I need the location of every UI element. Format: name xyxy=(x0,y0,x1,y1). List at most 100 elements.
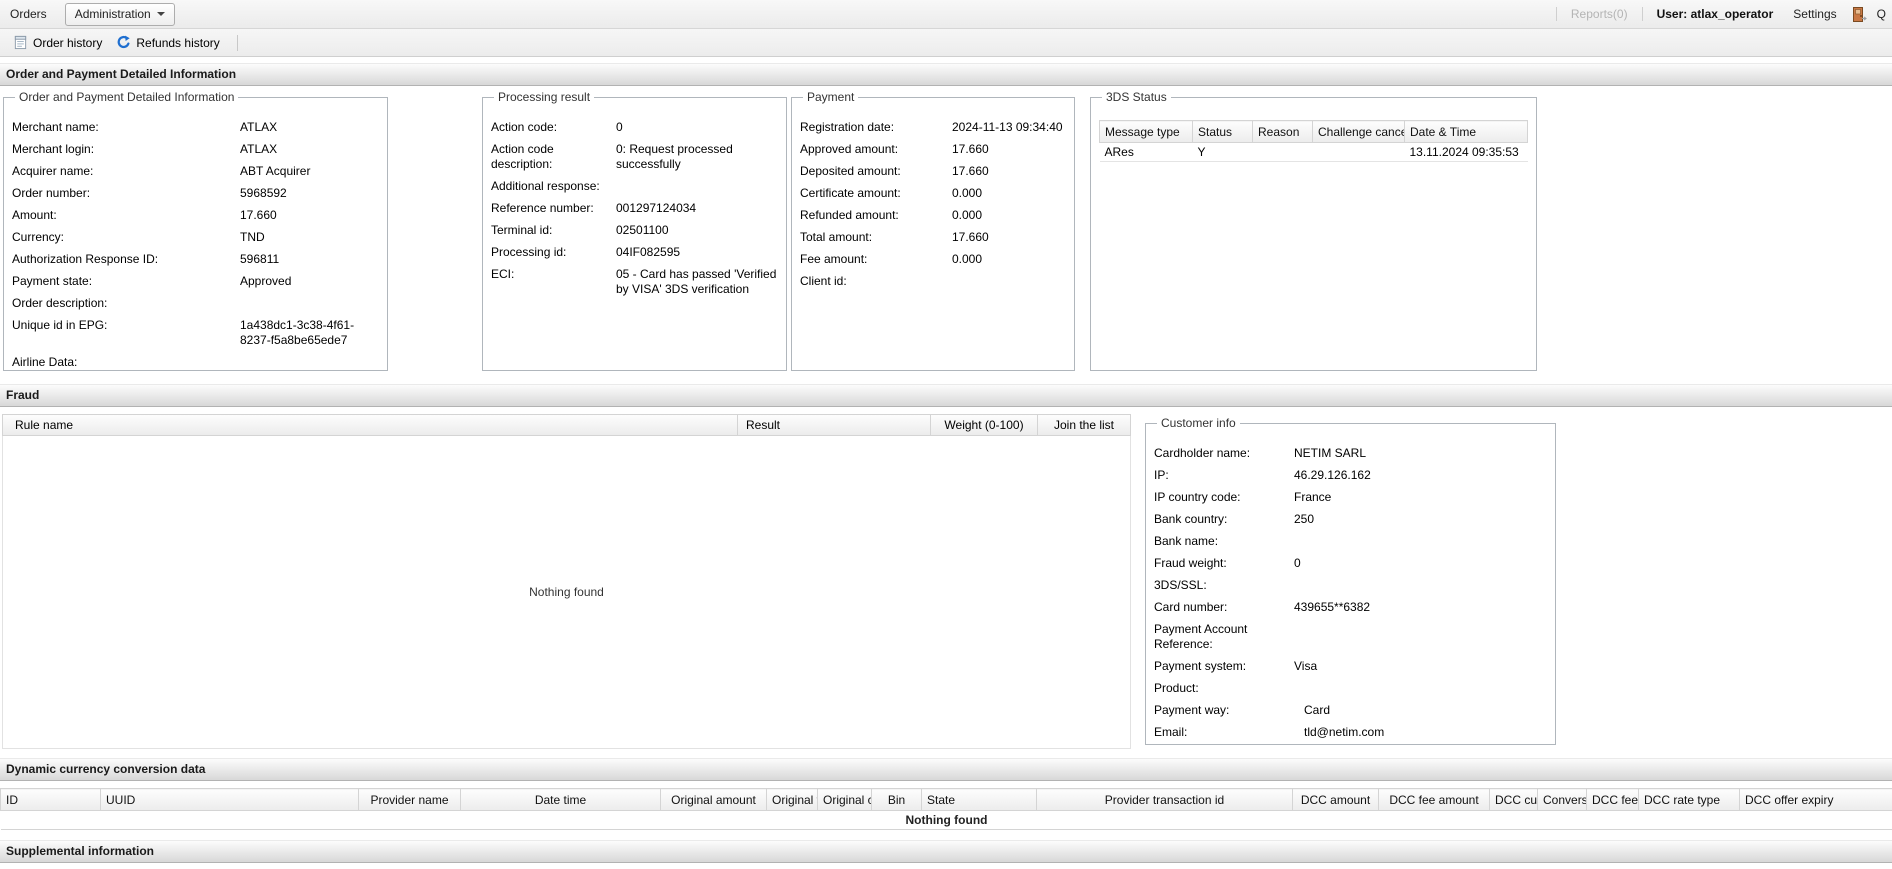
field-label: Total amount: xyxy=(800,230,873,244)
cell-message-type: ARes xyxy=(1099,142,1193,162)
field-label: Approved amount: xyxy=(800,142,899,156)
field-value: 5968592 xyxy=(240,186,287,200)
field-value xyxy=(616,179,778,194)
field-value: 17.660 xyxy=(952,164,989,178)
field-label: Refunded amount: xyxy=(800,208,899,222)
quit-link[interactable]: Q xyxy=(1877,7,1886,21)
field-label: Amount: xyxy=(12,208,57,222)
field-row: Email: tld@netim.com xyxy=(1154,725,1547,740)
field-value: NETIM SARL xyxy=(1294,446,1367,460)
field-value: 250 xyxy=(1294,512,1315,526)
field-row: Product: xyxy=(1154,681,1547,696)
field-label: Reference number: xyxy=(491,201,594,215)
field-label: Additional response: xyxy=(491,179,600,193)
order-info-legend: Order and Payment Detailed Information xyxy=(19,90,235,104)
column-header-dcc-amount[interactable]: DCC amount xyxy=(1292,788,1379,811)
payment-legend: Payment xyxy=(807,90,855,104)
column-header-dcc-currency[interactable]: DCC curr xyxy=(1489,788,1538,811)
tds-status-table: Message type Status Reason Challenge can… xyxy=(1099,120,1528,162)
field-label: Registration date: xyxy=(800,120,895,134)
field-value: ATLAX xyxy=(240,120,278,134)
field-row: Terminal id: 02501100 xyxy=(491,223,778,238)
column-header-bin[interactable]: Bin xyxy=(871,788,922,811)
field-label: Payment system: xyxy=(1154,659,1247,673)
order-history-icon xyxy=(13,35,28,50)
tds-status-legend: 3DS Status xyxy=(1106,90,1167,104)
column-header-dcc-fee-amount[interactable]: DCC fee amount xyxy=(1378,788,1490,811)
dcc-table: ID UUID Provider name Date time Original… xyxy=(0,788,1892,830)
field-label: Merchant name: xyxy=(12,120,99,134)
refunds-history-label: Refunds history xyxy=(136,35,220,50)
field-label: Terminal id: xyxy=(491,223,553,237)
column-header-join-the-list[interactable]: Join the list xyxy=(1038,415,1130,435)
order-history-label: Order history xyxy=(33,35,103,50)
field-row: Approved amount: 17.660 xyxy=(800,142,1066,157)
field-value: 17.660 xyxy=(240,208,277,222)
column-header-conversion[interactable]: Conversi xyxy=(1537,788,1587,811)
field-value: Visa xyxy=(1294,659,1318,673)
field-row: Cardholder name: NETIM SARL xyxy=(1154,446,1547,461)
column-header-message-type[interactable]: Message type xyxy=(1099,120,1193,143)
column-header-result[interactable]: Result xyxy=(738,415,931,435)
logout-door-icon[interactable] xyxy=(1850,6,1867,23)
column-header-original-amount[interactable]: Original amount xyxy=(660,788,767,811)
topbar-separator xyxy=(1641,7,1643,21)
refunds-history-icon xyxy=(116,35,131,50)
field-value xyxy=(1294,578,1547,593)
administration-menu-button[interactable]: Administration xyxy=(64,2,175,26)
field-value: ATLAX xyxy=(240,142,278,156)
column-header-dcc-offer-expiry[interactable]: DCC offer expiry xyxy=(1739,788,1892,811)
column-header-reason[interactable]: Reason xyxy=(1252,120,1313,143)
field-row: Order number: 5968592 xyxy=(12,186,379,201)
field-label: Fraud weight: xyxy=(1154,556,1227,570)
field-value xyxy=(1294,681,1547,696)
column-header-state[interactable]: State xyxy=(921,788,1037,811)
column-header-original-fee[interactable]: Original f xyxy=(766,788,818,811)
column-header-weight[interactable]: Weight (0-100) xyxy=(931,415,1038,435)
order-history-button[interactable]: Order history xyxy=(6,33,109,52)
field-label: Acquirer name: xyxy=(12,164,94,178)
field-row: Additional response: xyxy=(491,179,778,194)
field-label: Cardholder name: xyxy=(1154,446,1251,460)
cell-status: Y xyxy=(1192,142,1253,162)
table-row[interactable]: ARes Y 13.11.2024 09:35:53 xyxy=(1099,142,1528,162)
field-label: ECI: xyxy=(491,267,515,281)
settings-link[interactable]: Settings xyxy=(1793,7,1836,21)
field-value: ABT Acquirer xyxy=(240,164,311,178)
field-row: Merchant login: ATLAX xyxy=(12,142,379,157)
field-row: Processing id: 04IF082595 xyxy=(491,245,778,260)
column-header-status[interactable]: Status xyxy=(1192,120,1253,143)
column-header-date-time[interactable]: Date & Time xyxy=(1404,120,1528,143)
tab-orders[interactable]: Orders xyxy=(8,7,57,21)
cell-date-time: 13.11.2024 09:35:53 xyxy=(1404,142,1528,162)
column-header-original-currency[interactable]: Original c xyxy=(817,788,872,811)
column-header-provider-transaction-id[interactable]: Provider transaction id xyxy=(1036,788,1293,811)
table-header-row: Message type Status Reason Challenge can… xyxy=(1099,120,1528,143)
field-label: Merchant login: xyxy=(12,142,95,156)
dcc-empty-text: Nothing found xyxy=(0,810,1892,830)
column-header-uuid[interactable]: UUID xyxy=(100,788,359,811)
app-window: Orders Administration Reports(0) User: a… xyxy=(0,0,1892,869)
field-row: Payment Account Reference: xyxy=(1154,622,1547,652)
field-row: Bank name: xyxy=(1154,534,1547,549)
field-row: Unique id in EPG: 1a438dc1-3c38-4f61-8237… xyxy=(12,318,379,348)
field-row: Registration date: 2024-11-13 09:34:40 xyxy=(800,120,1066,135)
field-value: 1a438dc1-3c38-4f61-8237-f5a8be65ede7 xyxy=(240,318,355,347)
column-header-id[interactable]: ID xyxy=(0,788,101,811)
column-header-dcc-rate-type[interactable]: DCC rate type xyxy=(1638,788,1740,811)
field-row: Currency: TND xyxy=(12,230,379,245)
column-header-challenge-cancel[interactable]: Challenge cancel xyxy=(1312,120,1405,143)
field-label: Payment state: xyxy=(12,274,93,288)
column-header-date-time[interactable]: Date time xyxy=(460,788,661,811)
refunds-history-button[interactable]: Refunds history xyxy=(109,33,226,52)
field-value: Approved xyxy=(240,274,292,288)
field-row: Action code: 0 xyxy=(491,120,778,135)
processing-result-legend: Processing result xyxy=(498,90,591,104)
column-header-dcc-fee[interactable]: DCC fee xyxy=(1586,788,1639,811)
field-value: 0.000 xyxy=(952,208,983,222)
column-header-rule-name[interactable]: Rule name xyxy=(3,415,738,435)
field-value: 46.29.126.162 xyxy=(1294,468,1371,482)
field-label: Action code: xyxy=(491,120,558,134)
reports-menu-item[interactable]: Reports(0) xyxy=(1571,7,1628,21)
column-header-provider-name[interactable]: Provider name xyxy=(358,788,461,811)
